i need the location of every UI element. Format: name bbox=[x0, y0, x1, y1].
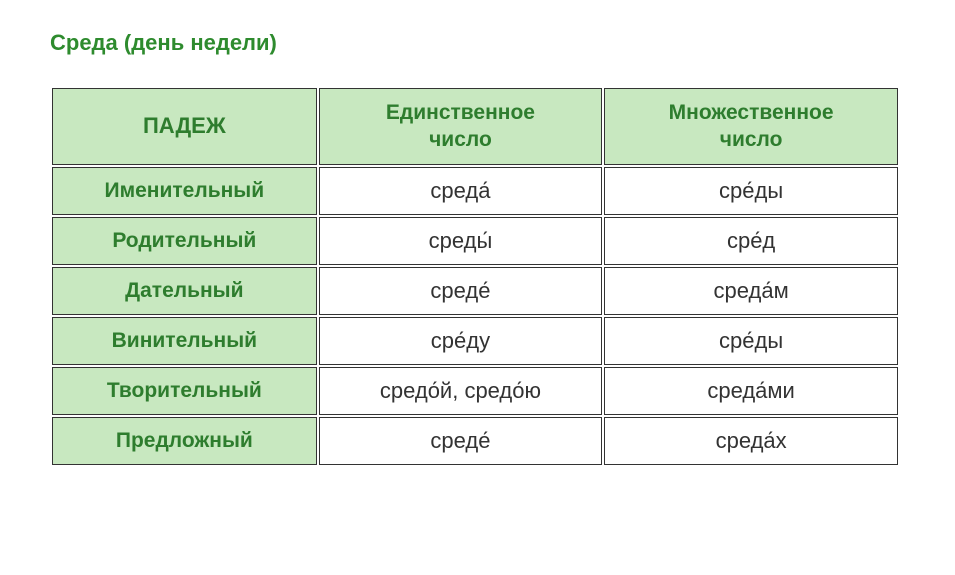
case-name: Именительный bbox=[52, 167, 317, 215]
cell-plural: среда́м bbox=[604, 267, 898, 315]
cell-plural: среда́х bbox=[604, 417, 898, 465]
case-name: Винительный bbox=[52, 317, 317, 365]
table-row: Винительный сре́ду сре́ды bbox=[52, 317, 898, 365]
page-title: Среда (день недели) bbox=[50, 30, 905, 56]
case-name: Предложный bbox=[52, 417, 317, 465]
case-name: Творительный bbox=[52, 367, 317, 415]
cell-plural: сре́д bbox=[604, 217, 898, 265]
cell-singular: средо́й, средо́ю bbox=[319, 367, 603, 415]
header-case: ПАДЕЖ bbox=[52, 88, 317, 165]
cell-plural: среда́ми bbox=[604, 367, 898, 415]
table-row: Творительный средо́й, средо́ю среда́ми bbox=[52, 367, 898, 415]
header-singular-line1: Единственное bbox=[386, 101, 535, 124]
cell-singular: среда́ bbox=[319, 167, 603, 215]
cell-singular: среды́ bbox=[319, 217, 603, 265]
table-row: Родительный среды́ сре́д bbox=[52, 217, 898, 265]
header-singular: Единственное число bbox=[319, 88, 603, 165]
case-name: Дательный bbox=[52, 267, 317, 315]
table-row: Предложный среде́ среда́х bbox=[52, 417, 898, 465]
cell-plural: сре́ды bbox=[604, 317, 898, 365]
cell-singular: среде́ bbox=[319, 267, 603, 315]
cell-singular: сре́ду bbox=[319, 317, 603, 365]
header-plural-line1: Множественное bbox=[669, 101, 834, 124]
case-name: Родительный bbox=[52, 217, 317, 265]
table-row: Дательный среде́ среда́м bbox=[52, 267, 898, 315]
cell-singular: среде́ bbox=[319, 417, 603, 465]
declension-table: ПАДЕЖ Единственное число Множественное ч… bbox=[50, 86, 900, 467]
header-plural: Множественное число bbox=[604, 88, 898, 165]
cell-plural: сре́ды bbox=[604, 167, 898, 215]
table-row: Именительный среда́ сре́ды bbox=[52, 167, 898, 215]
header-plural-line2: число bbox=[720, 128, 783, 151]
header-singular-line2: число bbox=[429, 128, 492, 151]
